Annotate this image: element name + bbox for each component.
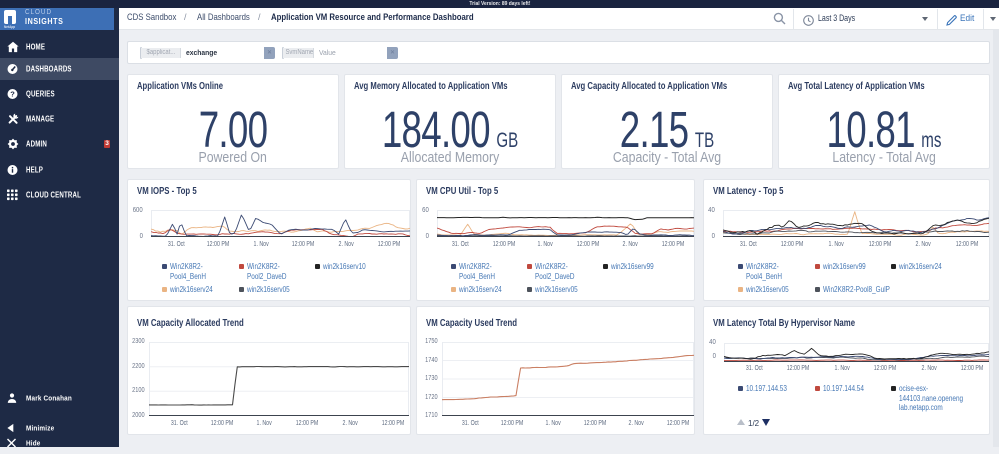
svg-text:?: ? [10, 90, 15, 99]
